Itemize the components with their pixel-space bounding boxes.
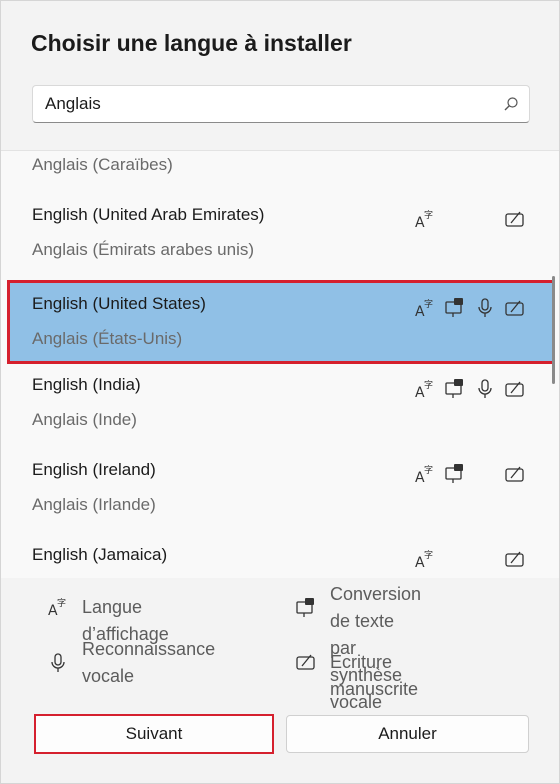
scrollbar[interactable]: [552, 276, 555, 384]
list-item[interactable]: English (United Arab Emirates) Anglais (…: [9, 193, 553, 273]
list-item-selected[interactable]: English (United States) Anglais (États-U…: [7, 280, 555, 364]
handwriting-icon: [296, 654, 315, 670]
cancel-button[interactable]: Annuler: [286, 715, 529, 753]
language-name: English (Ireland): [32, 460, 156, 479]
legend-label: Reconnaissance vocale: [82, 639, 216, 686]
dialog-title: Choisir une langue à installer: [31, 30, 352, 56]
language-native-name: Anglais (Inde): [32, 410, 137, 429]
language-native-name: Anglais (Caraïbes): [32, 155, 173, 174]
handwriting-icon: [505, 381, 524, 397]
svg-text:字: 字: [57, 597, 66, 609]
svg-text:字: 字: [424, 379, 433, 391]
list-item[interactable]: English (Ireland) Anglais (Irlande) A字: [9, 448, 553, 528]
language-native-name: Anglais (Émirats arabes unis): [32, 240, 255, 259]
speech-recognition-icon: [478, 298, 492, 317]
svg-text:字: 字: [424, 464, 433, 476]
text-to-speech-icon: [296, 598, 314, 617]
language-pack-icon: A字: [415, 464, 433, 485]
language-dialog: Choisir une langue à installer Anglais (…: [0, 0, 560, 784]
svg-text:字: 字: [424, 549, 433, 561]
list-item[interactable]: Anglais (Caraïbes): [9, 151, 553, 188]
language-name: English (Jamaica): [32, 545, 168, 564]
text-to-speech-icon: [445, 379, 463, 398]
handwriting-icon: [505, 551, 524, 567]
legend-label: Écriture manuscrite: [330, 652, 419, 699]
search-box[interactable]: [32, 85, 530, 123]
handwriting-icon: [505, 466, 524, 482]
handwriting-icon: [505, 300, 524, 316]
language-native-name: Anglais (États-Unis): [32, 329, 183, 348]
handwriting-icon: [505, 211, 524, 227]
next-button[interactable]: Suivant: [34, 714, 274, 754]
list-item[interactable]: English (Jamaica) A字: [9, 533, 553, 578]
language-name: English (India): [32, 375, 141, 394]
speech-recognition-icon: [478, 379, 492, 398]
text-to-speech-icon: [445, 298, 463, 317]
language-pack-icon: A字: [48, 597, 66, 618]
language-name: English (United Arab Emirates): [32, 205, 265, 224]
speech-recognition-icon: [51, 653, 65, 672]
search-input[interactable]: [45, 86, 485, 122]
language-pack-icon: A字: [415, 298, 433, 319]
language-pack-icon: A字: [415, 209, 433, 230]
language-name: English (United States): [32, 294, 206, 313]
list-item[interactable]: English (India) Anglais (Inde) A字: [9, 363, 553, 443]
language-pack-icon: A字: [415, 379, 433, 400]
svg-text:字: 字: [424, 209, 433, 221]
language-pack-icon: A字: [415, 549, 433, 570]
feature-legend: A字 Langue d’affichage Conversion de text…: [1, 578, 559, 712]
svg-text:字: 字: [424, 298, 433, 310]
language-native-name: Anglais (Irlande): [32, 495, 156, 514]
language-list[interactable]: Anglais (Caraïbes) English (United Arab …: [1, 150, 559, 578]
search-icon[interactable]: [503, 96, 519, 112]
text-to-speech-icon: [445, 464, 463, 483]
